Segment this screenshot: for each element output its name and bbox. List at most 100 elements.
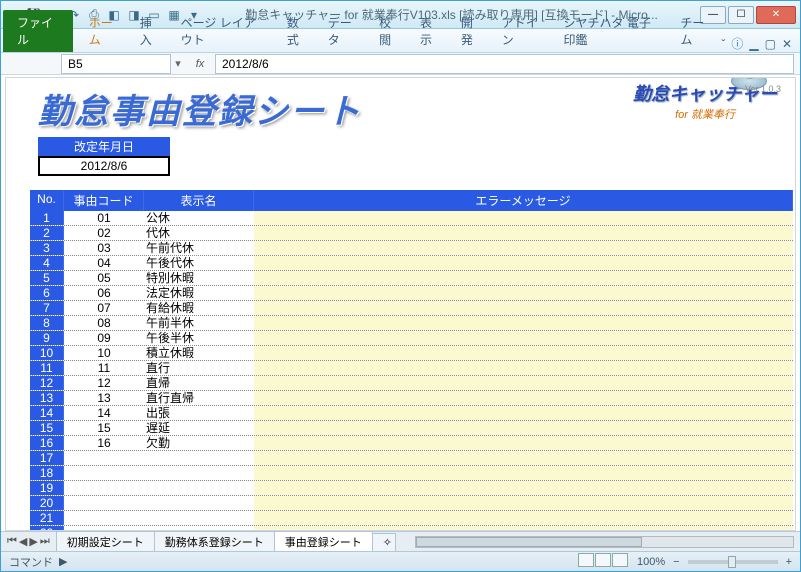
- sheet-tab-reason[interactable]: 事由登録シート: [274, 531, 373, 552]
- tab-stamp[interactable]: シヤチハタ 電子印鑑: [554, 10, 671, 52]
- cell-name[interactable]: 遅延: [144, 421, 254, 435]
- cell-code[interactable]: 07: [64, 301, 144, 315]
- cell-code[interactable]: 14: [64, 406, 144, 420]
- cell-error[interactable]: [254, 346, 793, 360]
- table-row[interactable]: 18: [30, 466, 793, 481]
- cell-name[interactable]: 特別休暇: [144, 271, 254, 285]
- sheet-tab-shift[interactable]: 勤務体系登録シート: [154, 531, 275, 552]
- cell-error[interactable]: [254, 286, 793, 300]
- help-icon[interactable]: ⓘ: [731, 35, 743, 52]
- cell-error[interactable]: [254, 301, 793, 315]
- cell-error[interactable]: [254, 466, 793, 480]
- cell-name[interactable]: [144, 496, 254, 510]
- cell-code[interactable]: 11: [64, 361, 144, 375]
- tab-data[interactable]: データ: [318, 10, 369, 52]
- cell-name[interactable]: 直行直帰: [144, 391, 254, 405]
- cell-code[interactable]: 04: [64, 256, 144, 270]
- close-button[interactable]: ✕: [756, 6, 796, 24]
- tab-nav-first-icon[interactable]: ⏮: [7, 535, 17, 548]
- tab-view[interactable]: 表示: [410, 10, 451, 52]
- cell-code[interactable]: [64, 451, 144, 465]
- cell-code[interactable]: [64, 511, 144, 525]
- cell-name[interactable]: 公休: [144, 211, 254, 225]
- cell-error[interactable]: [254, 376, 793, 390]
- namebox-dropdown-icon[interactable]: ▾: [171, 57, 185, 70]
- table-row[interactable]: 1212直帰: [30, 376, 793, 391]
- table-row[interactable]: 101公休: [30, 211, 793, 226]
- cell-name[interactable]: 法定休暇: [144, 286, 254, 300]
- cell-code[interactable]: [64, 481, 144, 495]
- table-row[interactable]: 303午前代休: [30, 241, 793, 256]
- tab-team[interactable]: チーム: [670, 10, 721, 52]
- zoom-in-icon[interactable]: +: [786, 556, 792, 568]
- cell-code[interactable]: 01: [64, 211, 144, 225]
- table-row[interactable]: 1313直行直帰: [30, 391, 793, 406]
- tab-addin[interactable]: アドイン: [492, 10, 554, 52]
- status-macro-icon[interactable]: ▶: [59, 555, 67, 568]
- fx-icon[interactable]: fx: [185, 58, 215, 70]
- cell-error[interactable]: [254, 241, 793, 255]
- tab-nav-prev-icon[interactable]: ◀: [19, 535, 27, 548]
- scrollbar-thumb[interactable]: [416, 537, 642, 547]
- cell-code[interactable]: 13: [64, 391, 144, 405]
- formula-input[interactable]: 2012/8/6: [215, 54, 794, 74]
- cell-name[interactable]: 代休: [144, 226, 254, 240]
- cell-name[interactable]: 直行: [144, 361, 254, 375]
- tab-dev[interactable]: 開発: [451, 10, 492, 52]
- table-row[interactable]: 21: [30, 511, 793, 526]
- maximize-button[interactable]: ☐: [728, 6, 754, 24]
- cell-error[interactable]: [254, 481, 793, 495]
- table-row[interactable]: 1010積立休暇: [30, 346, 793, 361]
- name-box[interactable]: B5: [61, 54, 171, 74]
- cell-error[interactable]: [254, 391, 793, 405]
- table-row[interactable]: 19: [30, 481, 793, 496]
- cell-error[interactable]: [254, 451, 793, 465]
- cell-name[interactable]: 有給休暇: [144, 301, 254, 315]
- doc-minimize-icon[interactable]: ▁: [749, 37, 758, 51]
- cell-error[interactable]: [254, 421, 793, 435]
- cell-code[interactable]: 15: [64, 421, 144, 435]
- cell-code[interactable]: 03: [64, 241, 144, 255]
- cell-name[interactable]: [144, 511, 254, 525]
- table-row[interactable]: 17: [30, 451, 793, 466]
- cell-name[interactable]: [144, 481, 254, 495]
- cell-error[interactable]: [254, 496, 793, 510]
- cell-name[interactable]: 午前代休: [144, 241, 254, 255]
- cell-name[interactable]: 直帰: [144, 376, 254, 390]
- table-row[interactable]: 404午後代休: [30, 256, 793, 271]
- doc-close-icon[interactable]: ✕: [782, 37, 792, 51]
- cell-name[interactable]: 午後代休: [144, 256, 254, 270]
- zoom-out-icon[interactable]: −: [673, 556, 679, 568]
- cell-error[interactable]: [254, 211, 793, 225]
- tab-pagelayout[interactable]: ページ レイアウト: [171, 10, 277, 52]
- tab-home[interactable]: ホーム: [79, 10, 130, 52]
- cell-code[interactable]: [64, 496, 144, 510]
- table-row[interactable]: 1414出張: [30, 406, 793, 421]
- cell-code[interactable]: 06: [64, 286, 144, 300]
- cell-code[interactable]: 09: [64, 331, 144, 345]
- cell-error[interactable]: [254, 436, 793, 450]
- table-row[interactable]: 707有給休暇: [30, 301, 793, 316]
- table-row[interactable]: 606法定休暇: [30, 286, 793, 301]
- table-row[interactable]: 20: [30, 496, 793, 511]
- cell-error[interactable]: [254, 256, 793, 270]
- tab-nav-last-icon[interactable]: ⏭: [40, 535, 50, 548]
- table-row[interactable]: 808午前半休: [30, 316, 793, 331]
- sheet-tab-initial[interactable]: 初期設定シート: [56, 531, 155, 552]
- cell-code[interactable]: 16: [64, 436, 144, 450]
- cell-error[interactable]: [254, 331, 793, 345]
- cell-code[interactable]: 05: [64, 271, 144, 285]
- cell-name[interactable]: 出張: [144, 406, 254, 420]
- cell-name[interactable]: 積立休暇: [144, 346, 254, 360]
- cell-name[interactable]: 午後半休: [144, 331, 254, 345]
- tab-nav-next-icon[interactable]: ▶: [29, 535, 37, 548]
- cell-code[interactable]: 08: [64, 316, 144, 330]
- tab-insert[interactable]: 挿入: [130, 10, 171, 52]
- cell-code[interactable]: [64, 466, 144, 480]
- cell-name[interactable]: [144, 451, 254, 465]
- table-row[interactable]: 1616欠勤: [30, 436, 793, 451]
- cell-name[interactable]: [144, 466, 254, 480]
- cell-error[interactable]: [254, 271, 793, 285]
- cell-code[interactable]: 10: [64, 346, 144, 360]
- horizontal-scrollbar[interactable]: [415, 536, 794, 548]
